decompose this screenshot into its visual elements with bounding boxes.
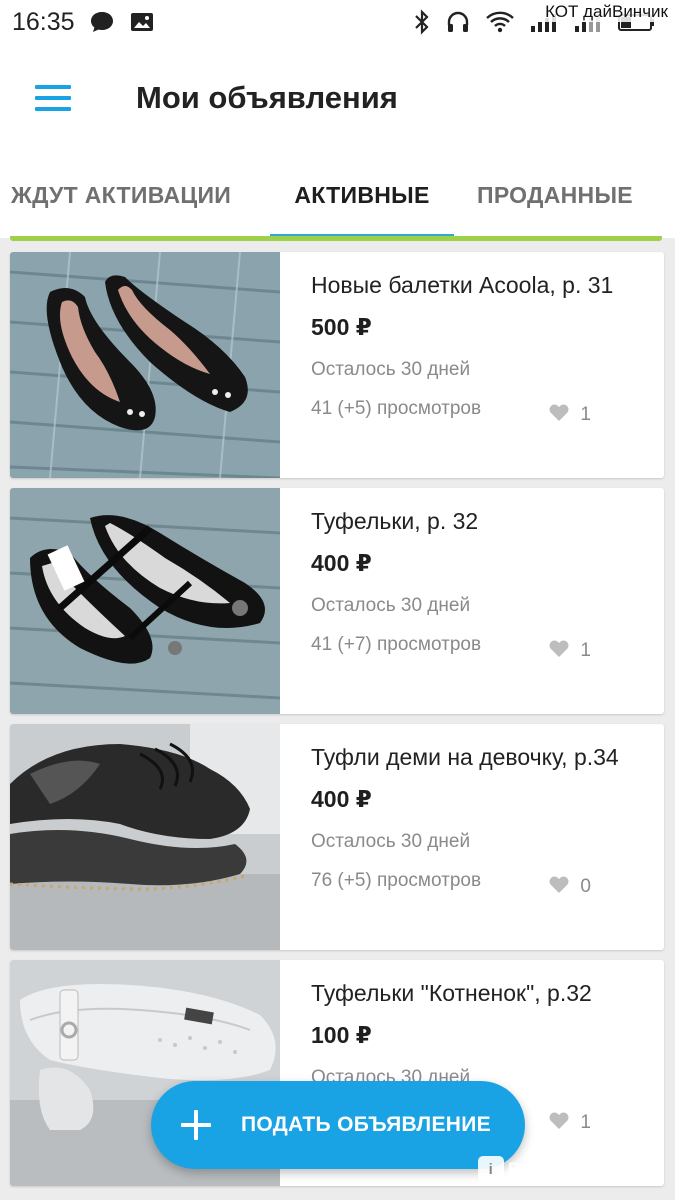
heart-icon bbox=[548, 402, 570, 428]
listing-list: Новые балетки Acoola, р. 31 500 ₽ Остало… bbox=[10, 252, 664, 1196]
wifi-icon bbox=[485, 10, 515, 34]
listing-title: Туфельки "Котненок", р.32 bbox=[311, 980, 592, 1006]
watermark-text: RECOMMEND.RU bbox=[508, 1159, 657, 1178]
listing-image bbox=[10, 252, 280, 478]
listing-views: 41 (+5) просмотров bbox=[311, 398, 482, 419]
green-strip bbox=[10, 236, 662, 241]
heart-icon bbox=[548, 1110, 570, 1136]
page-title: Мои объявления bbox=[136, 80, 398, 115]
app-bar: Мои объявления bbox=[0, 44, 675, 152]
listing-title: Туфельки, р. 32 bbox=[311, 508, 479, 534]
post-ad-label: ПОДАТЬ ОБЪЯВЛЕНИЕ bbox=[241, 1113, 491, 1136]
likes-count: 0 bbox=[580, 876, 591, 897]
tab-sold[interactable]: ПРОДАННЫЕ bbox=[454, 152, 675, 238]
plus-icon bbox=[151, 1108, 241, 1142]
listing-card[interactable]: Туфельки, р. 32 400 ₽ Осталось 30 дней 4… bbox=[10, 488, 664, 714]
headphones-icon bbox=[445, 9, 471, 35]
listing-likes: 1 bbox=[548, 402, 591, 428]
listing-title: Новые балетки Acoola, р. 31 bbox=[311, 272, 614, 298]
likes-count: 1 bbox=[580, 404, 591, 425]
listing-remaining: Осталось 30 дней bbox=[311, 359, 471, 380]
listing-price: 400 ₽ bbox=[311, 786, 372, 812]
watermark-top: КОТ дайВинчик bbox=[542, 2, 671, 22]
listing-price: 100 ₽ bbox=[311, 1022, 372, 1048]
message-icon bbox=[89, 10, 115, 34]
listing-views: 41 (+7) просмотров bbox=[311, 634, 482, 655]
image-notification-icon bbox=[129, 10, 155, 34]
listing-remaining: Осталось 30 дней bbox=[311, 595, 471, 616]
heart-icon bbox=[548, 638, 570, 664]
listing-price: 500 ₽ bbox=[311, 314, 372, 340]
listing-image bbox=[10, 488, 280, 714]
listing-card[interactable]: Туфли деми на девочку, р.34 400 ₽ Остало… bbox=[10, 724, 664, 950]
status-bar: 16:35 КОТ дайВинчик bbox=[0, 0, 675, 44]
heart-icon bbox=[548, 874, 570, 900]
screen: 16:35 КОТ дайВинчик Мои объявления ЖДУТ … bbox=[0, 0, 675, 1200]
bluetooth-icon bbox=[413, 9, 431, 35]
status-time: 16:35 bbox=[12, 7, 75, 36]
listing-likes: 1 bbox=[548, 1110, 591, 1136]
tab-awaiting-activation[interactable]: ЖДУТ АКТИВАЦИИ bbox=[0, 152, 270, 238]
listing-price: 400 ₽ bbox=[311, 550, 372, 576]
listing-image bbox=[10, 724, 280, 950]
recommend-logo-icon: i bbox=[478, 1156, 504, 1182]
likes-count: 1 bbox=[580, 1112, 591, 1133]
tab-bar: ЖДУТ АКТИВАЦИИ АКТИВНЫЕ ПРОДАННЫЕ bbox=[0, 152, 675, 238]
post-ad-button[interactable]: ПОДАТЬ ОБЪЯВЛЕНИЕ bbox=[151, 1081, 525, 1169]
listing-remaining: Осталось 30 дней bbox=[311, 831, 471, 852]
hamburger-menu-icon[interactable] bbox=[0, 44, 106, 152]
listing-card[interactable]: Новые балетки Acoola, р. 31 500 ₽ Остало… bbox=[10, 252, 664, 478]
tab-active[interactable]: АКТИВНЫЕ bbox=[270, 152, 454, 238]
watermark-bottom: i RECOMMEND.RU bbox=[478, 1156, 657, 1182]
likes-count: 1 bbox=[580, 640, 591, 661]
listing-title: Туфли деми на девочку, р.34 bbox=[311, 744, 619, 770]
listing-likes: 0 bbox=[548, 874, 591, 900]
listing-views: 76 (+5) просмотров bbox=[311, 870, 482, 891]
listing-likes: 1 bbox=[548, 638, 591, 664]
